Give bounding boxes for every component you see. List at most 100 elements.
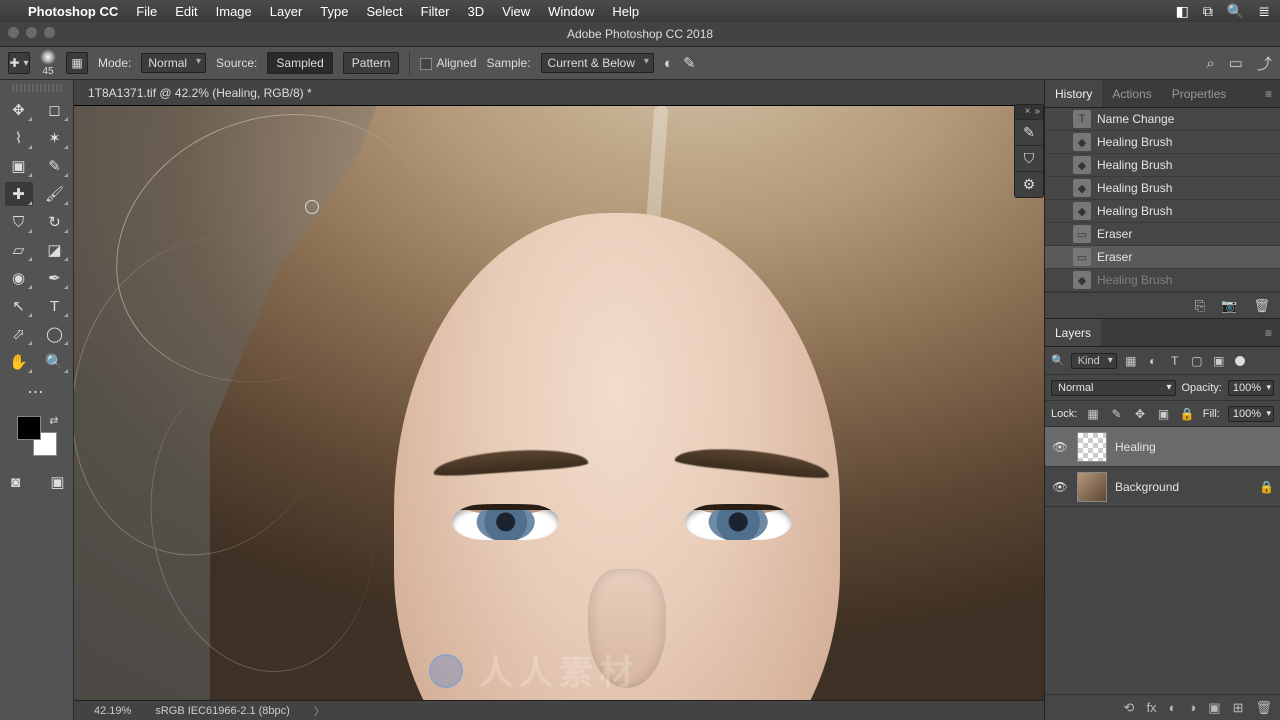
current-tool-healing-icon[interactable]: ✚ bbox=[8, 52, 30, 74]
layers-panel-menu-icon[interactable]: ≡ bbox=[1257, 326, 1280, 340]
history-brush-tool-icon[interactable]: ↻ bbox=[41, 210, 69, 234]
sample-select[interactable]: Current & Below bbox=[541, 53, 654, 73]
screen-mode-icon[interactable]: ⧉ bbox=[1203, 3, 1213, 20]
visibility-toggle-icon[interactable]: 👁 bbox=[1051, 440, 1069, 454]
filter-type-icon[interactable]: T bbox=[1167, 353, 1183, 369]
layer-name[interactable]: Background bbox=[1115, 480, 1179, 494]
panel-expand-icon[interactable]: » bbox=[1034, 106, 1040, 118]
history-item[interactable]: ◆Healing Brush bbox=[1045, 154, 1280, 177]
type-tool-icon[interactable]: T bbox=[41, 294, 69, 318]
workspace-icon[interactable]: ◧ bbox=[1176, 3, 1189, 20]
shape-tool-icon[interactable]: ◯ bbox=[41, 322, 69, 346]
pressure-size-icon[interactable]: ✎ bbox=[683, 54, 696, 72]
menu-layer[interactable]: Layer bbox=[270, 4, 303, 19]
mode-select[interactable]: Normal bbox=[141, 53, 206, 73]
search-icon[interactable]: 🔍 bbox=[1227, 3, 1244, 20]
gradient-tool-icon[interactable]: ◪ bbox=[41, 238, 69, 262]
lock-position-icon[interactable]: ✥ bbox=[1132, 406, 1147, 422]
filter-toggle-icon[interactable] bbox=[1235, 356, 1245, 366]
canvas[interactable]: 人人素材 bbox=[74, 106, 1044, 700]
edit-toolbar-button[interactable]: ⋯ bbox=[23, 380, 51, 404]
history-item[interactable]: ◆Healing Brush bbox=[1045, 177, 1280, 200]
toolbox-grip[interactable] bbox=[12, 84, 62, 92]
screen-mode-tool-icon[interactable]: ▣ bbox=[44, 470, 72, 494]
ignore-adjustment-icon[interactable]: ◐ bbox=[664, 55, 673, 72]
menu-type[interactable]: Type bbox=[320, 4, 348, 19]
link-layers-icon[interactable]: ⟲ bbox=[1124, 700, 1135, 716]
source-sampled-button[interactable]: Sampled bbox=[267, 52, 332, 74]
layer-name[interactable]: Healing bbox=[1115, 440, 1156, 454]
tab-layers[interactable]: Layers bbox=[1045, 319, 1101, 346]
lock-image-icon[interactable]: ✎ bbox=[1109, 406, 1124, 422]
floating-panel-strip[interactable]: ×» ✎ ⛉ ⚙ bbox=[1014, 104, 1044, 198]
menu-image[interactable]: Image bbox=[216, 4, 252, 19]
aligned-checkbox[interactable]: Aligned bbox=[420, 56, 476, 70]
tab-actions[interactable]: Actions bbox=[1102, 80, 1161, 107]
filter-smart-icon[interactable]: ▣ bbox=[1211, 353, 1227, 369]
menu-select[interactable]: Select bbox=[366, 4, 402, 19]
layer-item-background[interactable]: 👁 Background 🔒 bbox=[1045, 467, 1280, 507]
menu-window[interactable]: Window bbox=[548, 4, 594, 19]
filter-adjust-icon[interactable]: ◐ bbox=[1145, 353, 1161, 369]
menu-edit[interactable]: Edit bbox=[175, 4, 197, 19]
marquee-tool-icon[interactable]: ◻ bbox=[41, 98, 69, 122]
color-profile[interactable]: sRGB IEC61966-2.1 (8bpc) bbox=[155, 705, 290, 717]
lasso-tool-icon[interactable]: ⌇ bbox=[5, 126, 33, 150]
layer-item-healing[interactable]: 👁 Healing bbox=[1045, 427, 1280, 467]
blend-mode-select[interactable]: Normal bbox=[1051, 380, 1176, 396]
brush-tool-icon[interactable]: 🖌 bbox=[41, 182, 69, 206]
dodge-tool-icon[interactable]: ◉ bbox=[5, 266, 33, 290]
filter-shape-icon[interactable]: ▢ bbox=[1189, 353, 1205, 369]
app-name[interactable]: Photoshop CC bbox=[28, 4, 118, 19]
create-document-icon[interactable]: ⎘ bbox=[1195, 298, 1205, 314]
history-item[interactable]: ◆Healing Brush bbox=[1045, 269, 1280, 292]
mini-panel-clone-icon[interactable]: ⛉ bbox=[1015, 145, 1043, 171]
filter-kind-select[interactable]: Kind bbox=[1071, 353, 1117, 369]
crop-tool-icon[interactable]: ▣ bbox=[5, 154, 33, 178]
menu-file[interactable]: File bbox=[136, 4, 157, 19]
document-tab[interactable]: 1T8A1371.tif @ 42.2% (Healing, RGB/8) * bbox=[74, 80, 1044, 106]
zoom-value[interactable]: 42.19% bbox=[94, 705, 131, 717]
history-item[interactable]: ◆Healing Brush bbox=[1045, 200, 1280, 223]
hand-tool-icon[interactable]: ✋ bbox=[5, 350, 33, 374]
history-panel-menu-icon[interactable]: ≡ bbox=[1257, 87, 1280, 101]
visibility-toggle-icon[interactable]: 👁 bbox=[1051, 480, 1069, 494]
quick-mask-icon[interactable]: ◙ bbox=[2, 470, 30, 494]
zoom-tool-icon[interactable]: 🔍 bbox=[41, 350, 69, 374]
history-item[interactable]: ◆Healing Brush bbox=[1045, 131, 1280, 154]
search-tool-icon[interactable]: ⌕ bbox=[1206, 55, 1214, 72]
healing-brush-tool-icon[interactable]: ✚ bbox=[5, 182, 33, 206]
fill-value[interactable]: 100% bbox=[1228, 406, 1274, 422]
eraser-tool-icon[interactable]: ▱ bbox=[5, 238, 33, 262]
foreground-color-swatch[interactable] bbox=[17, 416, 41, 440]
new-layer-icon[interactable]: ⊞ bbox=[1233, 700, 1244, 716]
panel-close-icon[interactable]: × bbox=[1025, 106, 1031, 118]
mini-panel-brush-icon[interactable]: ✎ bbox=[1015, 119, 1043, 145]
filter-pixel-icon[interactable]: ▦ bbox=[1123, 353, 1139, 369]
lock-artboard-icon[interactable]: ▣ bbox=[1156, 406, 1171, 422]
tab-history[interactable]: History bbox=[1045, 80, 1102, 107]
layer-thumbnail[interactable] bbox=[1077, 472, 1107, 502]
snapshot-icon[interactable]: 📷 bbox=[1221, 298, 1237, 314]
clone-stamp-tool-icon[interactable]: ⛉ bbox=[5, 210, 33, 234]
move-tool-icon[interactable]: ✥ bbox=[5, 98, 33, 122]
mini-panel-settings-icon[interactable]: ⚙ bbox=[1015, 171, 1043, 197]
eyedropper-tool-icon[interactable]: ✎ bbox=[41, 154, 69, 178]
menu-view[interactable]: View bbox=[502, 4, 530, 19]
layer-style-icon[interactable]: fx bbox=[1146, 700, 1156, 715]
history-item[interactable]: TName Change bbox=[1045, 108, 1280, 131]
traffic-lights[interactable] bbox=[8, 27, 55, 38]
menu-help[interactable]: Help bbox=[612, 4, 639, 19]
delete-layer-icon[interactable]: 🗑 bbox=[1255, 700, 1272, 716]
tab-properties[interactable]: Properties bbox=[1162, 80, 1237, 107]
color-swatches[interactable]: ⇄ bbox=[17, 416, 57, 456]
menu-filter[interactable]: Filter bbox=[421, 4, 450, 19]
lock-all-icon[interactable]: 🔒 bbox=[1179, 406, 1194, 422]
group-layers-icon[interactable]: ▣ bbox=[1208, 700, 1220, 716]
share-icon[interactable]: ⤴ bbox=[1257, 53, 1272, 74]
history-item[interactable]: ▭Eraser bbox=[1045, 223, 1280, 246]
opacity-value[interactable]: 100% bbox=[1228, 380, 1274, 396]
layer-thumbnail[interactable] bbox=[1077, 432, 1107, 462]
status-more-icon[interactable]: 〉 bbox=[314, 703, 325, 719]
pen-tool-icon[interactable]: ✒ bbox=[41, 266, 69, 290]
